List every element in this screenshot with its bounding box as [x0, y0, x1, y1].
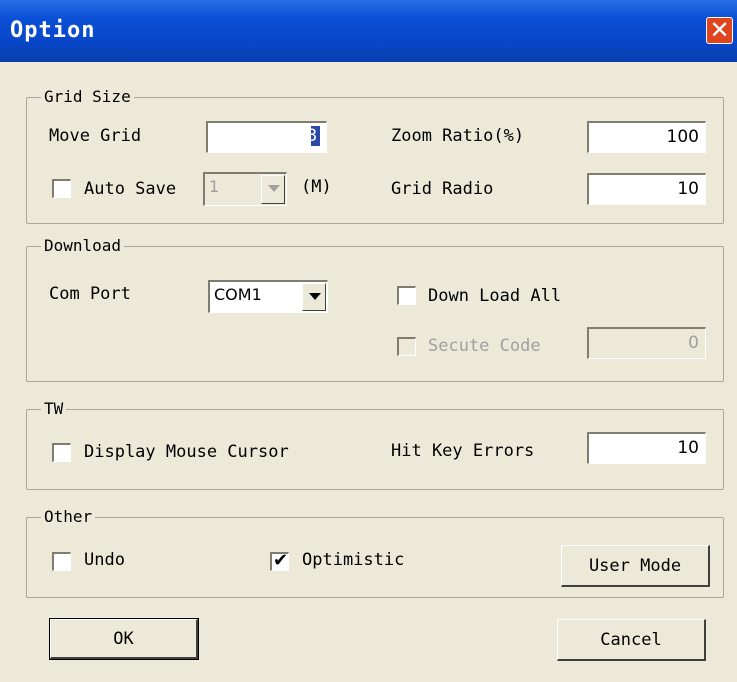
user-mode-button[interactable]: User Mode — [561, 545, 710, 587]
chevron-down-icon[interactable] — [261, 175, 285, 204]
secute-code-input[interactable]: 0 — [587, 327, 706, 359]
com-port-select[interactable]: COM1 — [208, 280, 328, 313]
checkmark-icon: ✔ — [273, 550, 289, 571]
secute-code-label: Secute Code — [428, 336, 541, 356]
window-title: Option — [10, 18, 96, 43]
undo-checkbox[interactable] — [52, 552, 71, 571]
chevron-down-icon[interactable] — [302, 283, 326, 311]
close-button[interactable]: ✕ — [706, 16, 733, 44]
zoom-ratio-input[interactable]: 100 — [587, 121, 706, 153]
down-load-all-label: Down Load All — [428, 286, 562, 306]
download-group-label: Download — [41, 236, 125, 255]
close-icon: ✕ — [709, 16, 730, 44]
auto-save-select-value: 1 — [209, 177, 220, 196]
optimistic-checkbox[interactable]: ✔ — [270, 550, 289, 571]
ok-button[interactable]: OK — [49, 618, 199, 660]
auto-save-select[interactable]: 1 — [203, 172, 287, 206]
undo-label: Undo — [84, 550, 125, 570]
auto-save-unit: (M) — [301, 177, 332, 197]
auto-save-label: Auto Save — [84, 179, 177, 199]
move-grid-value: 3 — [307, 126, 318, 146]
optimistic-label: Optimistic — [302, 550, 405, 570]
hit-key-errors-label: Hit Key Errors — [391, 441, 535, 461]
move-grid-label: Move Grid — [49, 126, 142, 146]
secute-code-checkbox[interactable] — [397, 337, 416, 356]
download-group: Download — [26, 236, 724, 382]
other-group-label: Other — [41, 507, 96, 526]
zoom-ratio-label: Zoom Ratio(%) — [391, 126, 525, 146]
display-mouse-cursor-label: Display Mouse Cursor — [84, 442, 289, 462]
display-mouse-cursor-checkbox[interactable] — [52, 443, 71, 462]
grid-size-group-label: Grid Size — [41, 87, 134, 106]
auto-save-checkbox[interactable] — [52, 179, 71, 198]
grid-radio-input[interactable]: 10 — [587, 173, 706, 205]
tw-group-label: TW — [41, 399, 67, 418]
com-port-label: Com Port — [49, 284, 131, 304]
hit-key-errors-input[interactable]: 10 — [587, 432, 706, 464]
cancel-button[interactable]: Cancel — [557, 619, 706, 661]
down-load-all-checkbox[interactable] — [397, 286, 416, 305]
title-bar: Option ✕ — [0, 0, 737, 62]
grid-radio-label: Grid Radio — [391, 179, 494, 199]
com-port-value: COM1 — [214, 285, 262, 304]
